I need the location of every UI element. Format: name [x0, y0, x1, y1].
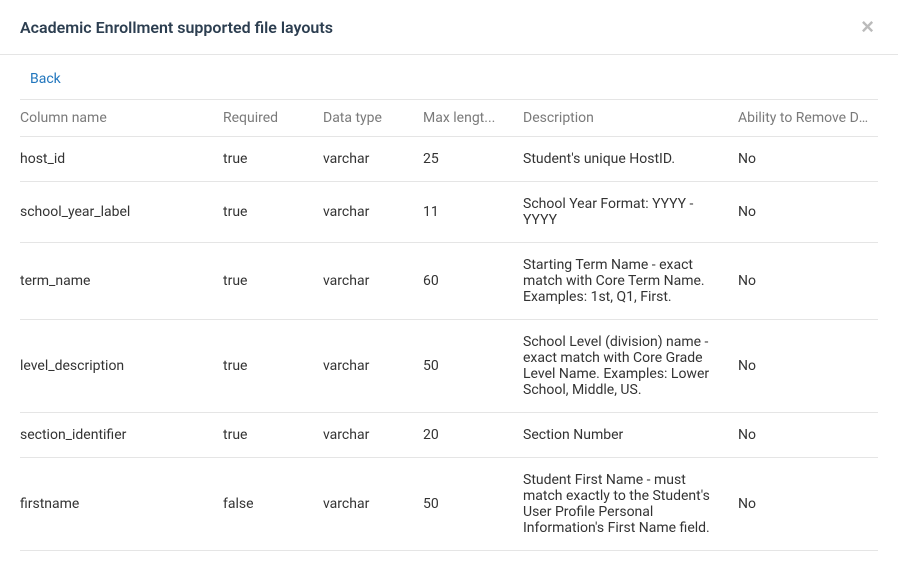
cell-data-type: varchar	[315, 458, 415, 551]
cell-column-name: term_name	[20, 243, 215, 320]
table-container: Column name Required Data type Max lengt…	[0, 99, 898, 551]
cell-ability-remove: No	[730, 137, 878, 182]
cell-required: true	[215, 320, 315, 413]
cell-required: true	[215, 243, 315, 320]
col-header-description[interactable]: Description	[515, 100, 730, 137]
table-body: host_id true varchar 25 Student's unique…	[20, 137, 878, 551]
col-header-required[interactable]: Required	[215, 100, 315, 137]
cell-description: Student's unique HostID.	[515, 137, 730, 182]
table-row: section_identifier true varchar 20 Secti…	[20, 413, 878, 458]
cell-description: Starting Term Name - exact match with Co…	[515, 243, 730, 320]
cell-description: Section Number	[515, 413, 730, 458]
cell-ability-remove: No	[730, 413, 878, 458]
cell-max-length: 20	[415, 413, 515, 458]
cell-max-length: 60	[415, 243, 515, 320]
cell-max-length: 25	[415, 137, 515, 182]
table-row: school_year_label true varchar 11 School…	[20, 182, 878, 243]
cell-data-type: varchar	[315, 243, 415, 320]
cell-data-type: varchar	[315, 413, 415, 458]
close-button[interactable]: ×	[857, 16, 878, 38]
table-row: level_description true varchar 50 School…	[20, 320, 878, 413]
back-link[interactable]: Back	[0, 55, 61, 99]
cell-column-name: firstname	[20, 458, 215, 551]
modal-container: Academic Enrollment supported file layou…	[0, 0, 898, 578]
cell-column-name: host_id	[20, 137, 215, 182]
table-row: firstname false varchar 50 Student First…	[20, 458, 878, 551]
cell-ability-remove: No	[730, 458, 878, 551]
col-header-data-type[interactable]: Data type	[315, 100, 415, 137]
cell-data-type: varchar	[315, 320, 415, 413]
cell-description: School Year Format: YYYY - YYYY	[515, 182, 730, 243]
modal-header: Academic Enrollment supported file layou…	[0, 0, 898, 55]
col-header-ability-remove[interactable]: Ability to Remove Dat...	[730, 100, 878, 137]
cell-data-type: varchar	[315, 182, 415, 243]
cell-description: Student First Name - must match exactly …	[515, 458, 730, 551]
cell-ability-remove: No	[730, 182, 878, 243]
cell-column-name: section_identifier	[20, 413, 215, 458]
modal-title: Academic Enrollment supported file layou…	[20, 18, 333, 37]
close-icon: ×	[861, 14, 874, 39]
cell-ability-remove: No	[730, 243, 878, 320]
file-layout-table: Column name Required Data type Max lengt…	[20, 99, 878, 551]
cell-column-name: level_description	[20, 320, 215, 413]
cell-required: false	[215, 458, 315, 551]
cell-required: true	[215, 182, 315, 243]
table-row: host_id true varchar 25 Student's unique…	[20, 137, 878, 182]
cell-max-length: 11	[415, 182, 515, 243]
table-row: term_name true varchar 60 Starting Term …	[20, 243, 878, 320]
cell-required: true	[215, 413, 315, 458]
cell-required: true	[215, 137, 315, 182]
cell-column-name: school_year_label	[20, 182, 215, 243]
col-header-max-length[interactable]: Max lengt...	[415, 100, 515, 137]
table-header-row: Column name Required Data type Max lengt…	[20, 100, 878, 137]
cell-max-length: 50	[415, 320, 515, 413]
cell-ability-remove: No	[730, 320, 878, 413]
col-header-column-name[interactable]: Column name	[20, 100, 215, 137]
cell-description: School Level (division) name - exact mat…	[515, 320, 730, 413]
cell-max-length: 50	[415, 458, 515, 551]
cell-data-type: varchar	[315, 137, 415, 182]
